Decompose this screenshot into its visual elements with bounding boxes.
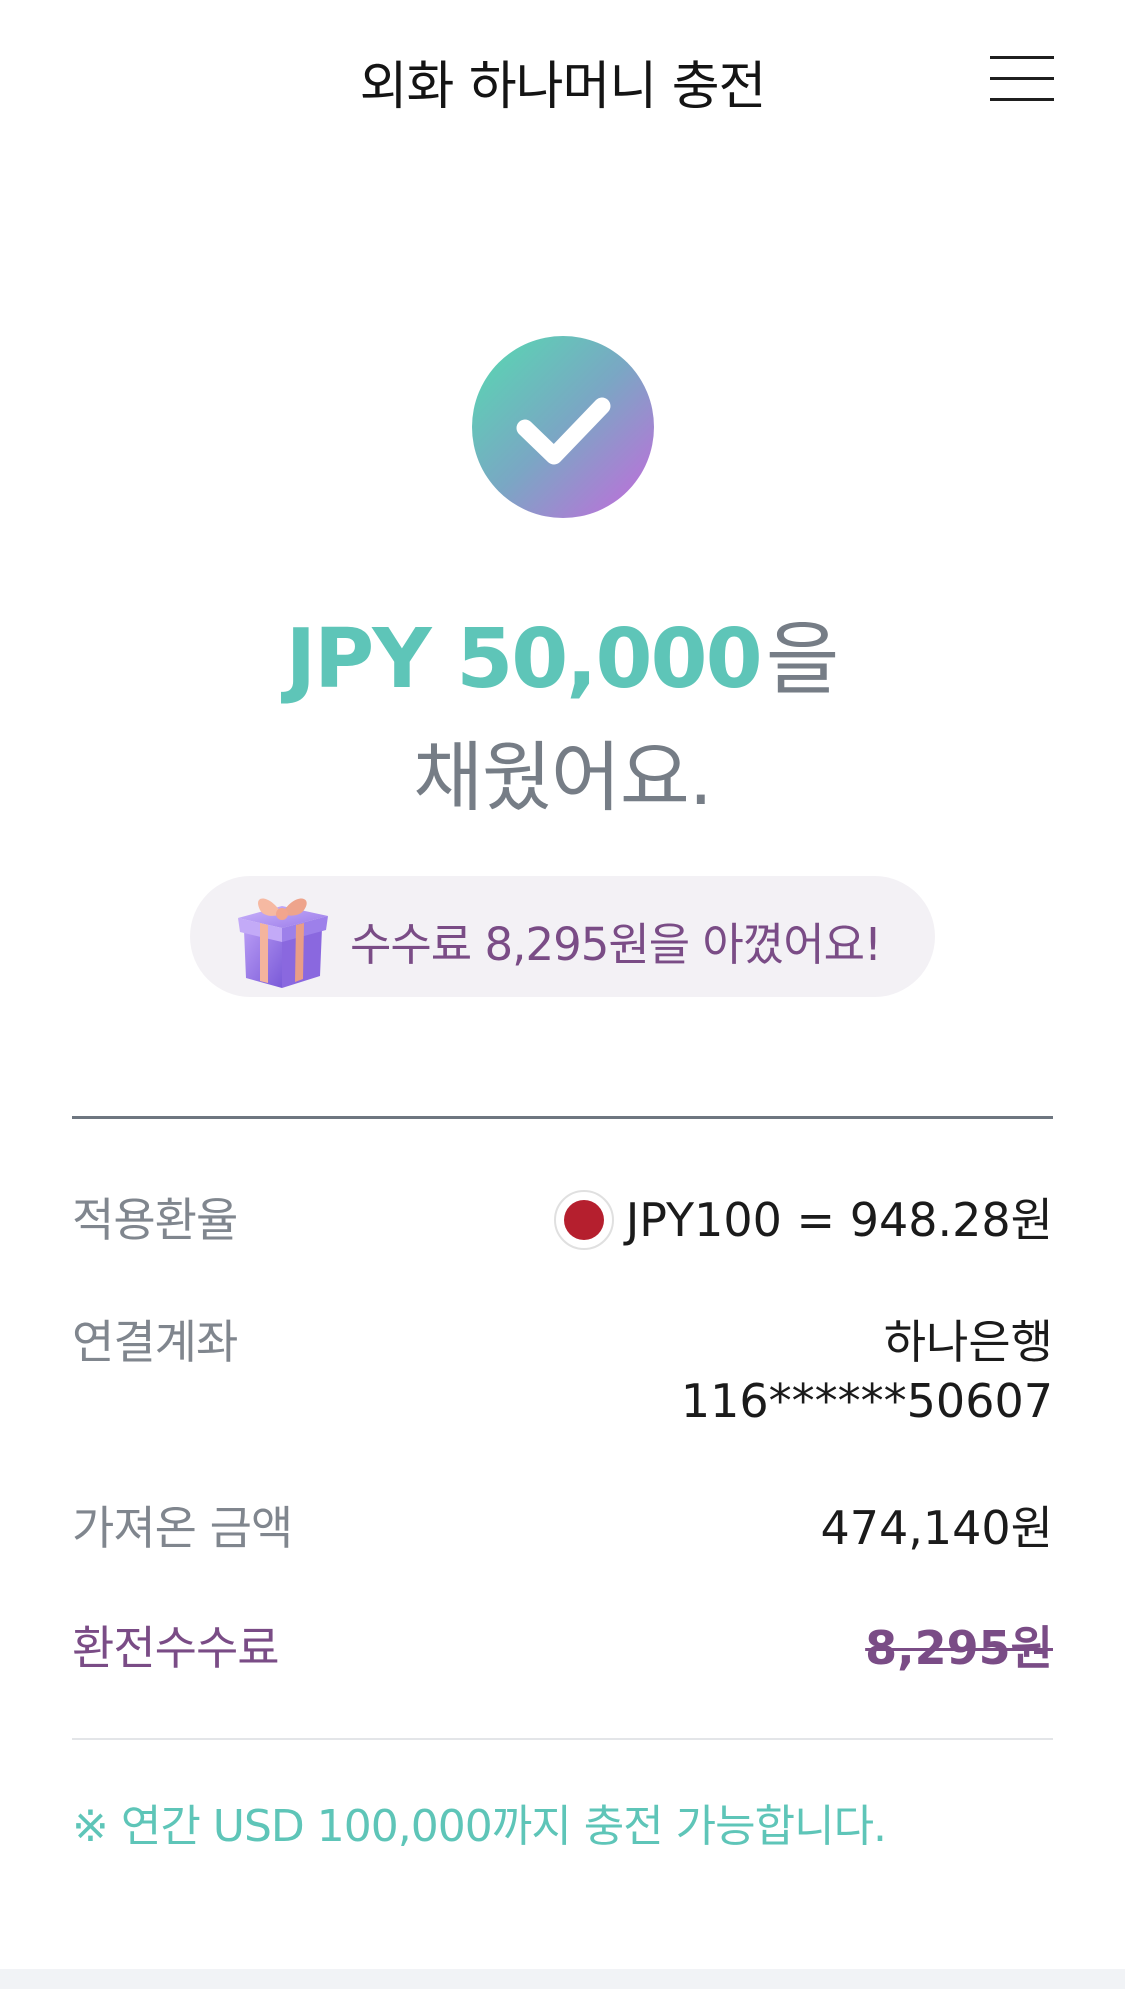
linked-account-label: 연결계좌 [72,1315,238,1369]
gift-icon [238,898,328,988]
linked-account-number: 116******50607 [680,1374,1053,1428]
success-check-icon [472,336,654,518]
menu-line [990,77,1054,80]
success-line-2: 채웠어요. [413,733,713,822]
exchange-rate-label: 적용환율 [72,1193,238,1247]
savings-text: 수수료 8,295원을 아꼈어요! [350,918,882,971]
exchange-fee-label: 환전수수료 [72,1621,280,1675]
success-message: JPY 50,000 을 채웠어요. [0,612,1125,826]
amount-taken-value: 474,140원 [820,1501,1053,1555]
charged-amount: JPY 50,000 [285,612,763,707]
bottom-band [0,1969,1125,1989]
exchange-rate-value: JPY100 = 948.28원 [625,1193,1053,1247]
amount-taken-label: 가져온 금액 [72,1501,293,1555]
section-divider [72,1116,1053,1119]
exchange-fee-value: 8,295원 [865,1621,1053,1675]
linked-account-bank: 하나은행 [883,1315,1053,1369]
section-divider [72,1738,1053,1740]
page-title: 외화 하나머니 충전 [359,57,767,117]
success-line-1: JPY 50,000 을 [0,612,1125,730]
menu-line [990,56,1054,59]
app-header: 외화 하나머니 충전 [0,0,1125,160]
savings-banner: 수수료 8,295원을 아꼈어요! [190,876,935,997]
exchange-rate-value-group: JPY100 = 948.28원 [553,1184,1053,1250]
charge-limit-notice: ※ 연간 USD 100,000까지 충전 가능합니다. [72,1801,887,1852]
japan-flag-icon [553,1189,614,1250]
object-particle: 을 [765,613,840,706]
hamburger-menu-icon[interactable] [990,56,1054,102]
menu-line [990,98,1054,101]
